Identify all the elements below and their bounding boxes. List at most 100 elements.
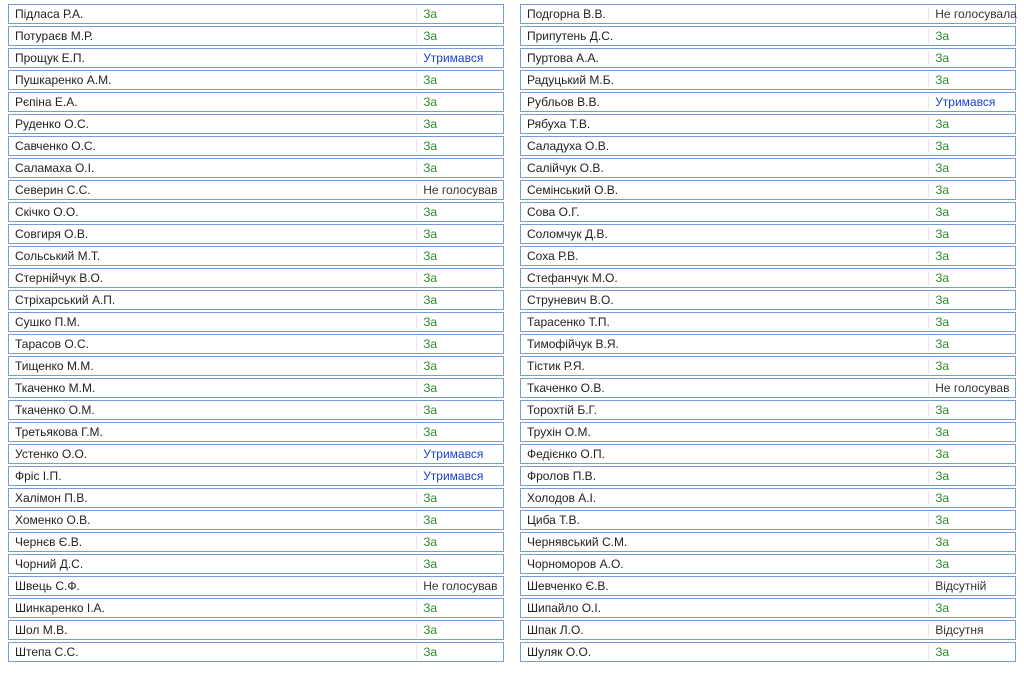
vote-row: Припутень Д.С.За	[520, 26, 1016, 46]
deputy-vote: За	[417, 227, 503, 241]
vote-row: Федієнко О.П.За	[520, 444, 1016, 464]
vote-row: Совгиря О.В.За	[8, 224, 504, 244]
vote-row: Циба Т.В.За	[520, 510, 1016, 530]
deputy-name: Семінський О.В.	[521, 183, 929, 197]
deputy-vote: За	[929, 249, 1015, 263]
vote-row: Пуртова А.А.За	[520, 48, 1016, 68]
vote-row: Ткаченко О.В.Не голосував	[520, 378, 1016, 398]
deputy-name: Сушко П.М.	[9, 315, 417, 329]
deputy-vote: За	[929, 469, 1015, 483]
vote-column-right: Подгорна В.В.Не голосувалаПрипутень Д.С.…	[520, 4, 1016, 662]
deputy-vote: За	[417, 337, 503, 351]
deputy-vote: За	[929, 117, 1015, 131]
vote-row: Саламаха О.І.За	[8, 158, 504, 178]
deputy-name: Стернійчук В.О.	[9, 271, 417, 285]
deputy-name: Пуртова А.А.	[521, 51, 929, 65]
vote-row: Підласа Р.А.За	[8, 4, 504, 24]
deputy-vote: Не голосував	[929, 381, 1015, 395]
deputy-name: Чорний Д.С.	[9, 557, 417, 571]
deputy-vote: За	[417, 403, 503, 417]
deputy-vote: За	[417, 535, 503, 549]
deputy-vote: За	[929, 425, 1015, 439]
deputy-vote: За	[417, 205, 503, 219]
vote-row: Стернійчук В.О.За	[8, 268, 504, 288]
vote-row: Семінський О.В.За	[520, 180, 1016, 200]
deputy-vote: За	[417, 271, 503, 285]
deputy-name: Соломчук Д.В.	[521, 227, 929, 241]
deputy-vote: За	[929, 403, 1015, 417]
vote-row: Тістик Р.Я.За	[520, 356, 1016, 376]
deputy-vote: За	[929, 337, 1015, 351]
deputy-vote: Утримався	[929, 95, 1015, 109]
deputy-name: Сольський М.Т.	[9, 249, 417, 263]
deputy-vote: Відсутній	[929, 579, 1015, 593]
deputy-vote: За	[929, 315, 1015, 329]
deputy-vote: За	[929, 161, 1015, 175]
deputy-name: Радуцький М.Б.	[521, 73, 929, 87]
vote-row: Скічко О.О.За	[8, 202, 504, 222]
deputy-vote: Не голосувала	[929, 7, 1023, 21]
deputy-name: Торохтій Б.Г.	[521, 403, 929, 417]
deputy-vote: За	[929, 447, 1015, 461]
vote-column-left: Підласа Р.А.ЗаПотураєв М.Р.ЗаПрощук Е.П.…	[8, 4, 504, 662]
deputy-name: Пушкаренко А.М.	[9, 73, 417, 87]
vote-row: Тарасов О.С.За	[8, 334, 504, 354]
vote-row: Струневич В.О.За	[520, 290, 1016, 310]
deputy-vote: За	[929, 645, 1015, 659]
vote-row: Соломчук Д.В.За	[520, 224, 1016, 244]
vote-row: Трухін О.М.За	[520, 422, 1016, 442]
deputy-name: Шевченко Є.В.	[521, 579, 929, 593]
vote-row: Ткаченко О.М.За	[8, 400, 504, 420]
vote-row: Пушкаренко А.М.За	[8, 70, 504, 90]
vote-row: Ткаченко М.М.За	[8, 378, 504, 398]
deputy-name: Скічко О.О.	[9, 205, 417, 219]
vote-row: Радуцький М.Б.За	[520, 70, 1016, 90]
deputy-name: Тістик Р.Я.	[521, 359, 929, 373]
vote-row: Третьякова Г.М.За	[8, 422, 504, 442]
vote-row: Савченко О.С.За	[8, 136, 504, 156]
deputy-vote: За	[929, 513, 1015, 527]
vote-row: Северин С.С.Не голосував	[8, 180, 504, 200]
vote-row: Прощук Е.П.Утримався	[8, 48, 504, 68]
deputy-name: Ткаченко О.В.	[521, 381, 929, 395]
deputy-name: Фролов П.В.	[521, 469, 929, 483]
deputy-vote: За	[929, 535, 1015, 549]
vote-row: Шинкаренко І.А.За	[8, 598, 504, 618]
vote-row: Фролов П.В.За	[520, 466, 1016, 486]
deputy-name: Соха Р.В.	[521, 249, 929, 263]
vote-row: Шевченко Є.В.Відсутній	[520, 576, 1016, 596]
vote-row: Шуляк О.О.За	[520, 642, 1016, 662]
deputy-name: Прощук Е.П.	[9, 51, 417, 65]
vote-row: Подгорна В.В.Не голосувала	[520, 4, 1016, 24]
deputy-name: Устенко О.О.	[9, 447, 417, 461]
deputy-name: Швець С.Ф.	[9, 579, 417, 593]
deputy-vote: За	[417, 645, 503, 659]
deputy-name: Подгорна В.В.	[521, 7, 929, 21]
vote-row: Саладуха О.В.За	[520, 136, 1016, 156]
deputy-vote: За	[929, 359, 1015, 373]
deputy-vote: За	[929, 557, 1015, 571]
deputy-name: Шпак Л.О.	[521, 623, 929, 637]
vote-row: Штепа С.С.За	[8, 642, 504, 662]
deputy-name: Шуляк О.О.	[521, 645, 929, 659]
vote-row: Чернєв Є.В.За	[8, 532, 504, 552]
vote-row: Халімон П.В.За	[8, 488, 504, 508]
deputy-name: Северин С.С.	[9, 183, 417, 197]
deputy-name: Саламаха О.І.	[9, 161, 417, 175]
deputy-name: Совгиря О.В.	[9, 227, 417, 241]
vote-row: Чорний Д.С.За	[8, 554, 504, 574]
deputy-vote: За	[929, 29, 1015, 43]
deputy-name: Шинкаренко І.А.	[9, 601, 417, 615]
deputy-name: Стріхарський А.П.	[9, 293, 417, 307]
deputy-vote: Утримався	[417, 447, 503, 461]
deputy-vote: За	[417, 315, 503, 329]
vote-row: Хоменко О.В.За	[8, 510, 504, 530]
deputy-vote: За	[417, 29, 503, 43]
vote-row: Салійчук О.В.За	[520, 158, 1016, 178]
vote-row: Руденко О.С.За	[8, 114, 504, 134]
deputy-vote: За	[929, 271, 1015, 285]
deputy-vote: За	[929, 51, 1015, 65]
deputy-name: Хоменко О.В.	[9, 513, 417, 527]
deputy-vote: За	[417, 425, 503, 439]
deputy-name: Ткаченко О.М.	[9, 403, 417, 417]
